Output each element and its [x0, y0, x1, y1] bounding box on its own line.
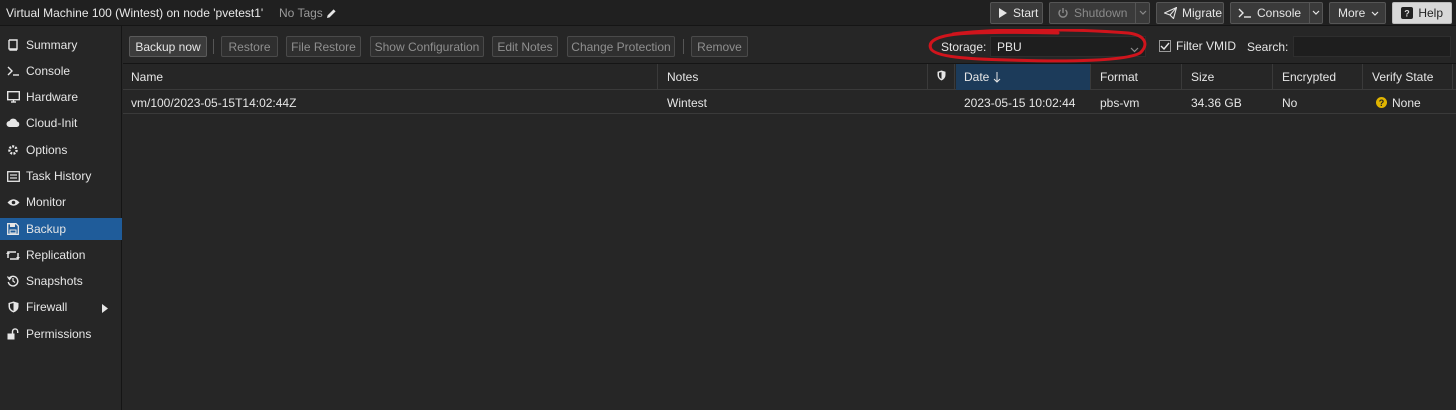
migrate-button[interactable]: Migrate [1156, 2, 1224, 24]
gear-icon [6, 143, 20, 157]
cloud-icon [6, 116, 20, 130]
top-header: Virtual Machine 100 (Wintest) on node 'p… [0, 0, 1456, 26]
cell-format: pbs-vm [1100, 95, 1140, 110]
console-button[interactable]: Console [1230, 2, 1323, 24]
shield-icon [6, 300, 20, 314]
sidebar-item-cloud-init[interactable]: Cloud-Init [0, 112, 122, 134]
terminal-icon [6, 64, 20, 78]
sidebar-item-options[interactable]: Options [0, 139, 122, 161]
backup-now-button[interactable]: Backup now [129, 36, 207, 57]
cell-verify-state: ? None [1368, 91, 1456, 114]
remove-button[interactable]: Remove [691, 36, 748, 57]
edit-notes-button[interactable]: Edit Notes [492, 36, 558, 57]
more-button[interactable]: More [1329, 2, 1386, 24]
search-input[interactable] [1293, 36, 1451, 57]
filter-vmid-label: Filter VMID [1176, 39, 1236, 53]
shutdown-button[interactable]: Shutdown [1049, 2, 1150, 24]
toolbar-separator [213, 39, 214, 54]
column-header-encrypted[interactable]: Encrypted [1274, 64, 1363, 90]
storage-select[interactable]: PBU [990, 36, 1146, 57]
checkbox-checked-icon[interactable] [1159, 40, 1171, 52]
sidebar-item-replication[interactable]: Replication [0, 244, 122, 266]
sidebar: Summary Console Hardware Cloud-Init Opti… [0, 26, 122, 410]
table-row[interactable]: vm/100/2023-05-15T14:02:44Z Wintest 2023… [123, 91, 1456, 114]
unlock-icon [6, 327, 20, 341]
question-circle-icon: ? [1376, 97, 1387, 108]
cell-size: 34.36 GB [1191, 95, 1242, 110]
search-label: Search: [1247, 40, 1289, 54]
show-configuration-button[interactable]: Show Configuration [370, 36, 484, 57]
start-button[interactable]: Start [990, 2, 1043, 24]
sidebar-item-console[interactable]: Console [0, 60, 122, 82]
cell-name: vm/100/2023-05-15T14:02:44Z [131, 95, 297, 110]
history-icon [6, 274, 20, 288]
backup-toolbar: Backup now Restore File Restore Show Con… [123, 26, 1456, 64]
chevron-down-icon[interactable] [1130, 42, 1139, 56]
question-icon: ? [1400, 6, 1413, 20]
power-icon [1057, 6, 1069, 20]
caret-right-icon [102, 302, 108, 316]
column-header-protected[interactable] [929, 64, 955, 90]
console-menu-chevron-icon[interactable] [1309, 3, 1322, 23]
column-header-size[interactable]: Size [1183, 64, 1273, 90]
vm-title: Virtual Machine 100 (Wintest) on node 'p… [6, 6, 264, 20]
grid-header: Name Notes Date Format Size Encrypted Ve… [123, 64, 1456, 90]
book-icon [6, 38, 20, 52]
storage-value: PBU [997, 39, 1022, 54]
filter-vmid-checkbox[interactable]: Filter VMID [1159, 39, 1236, 53]
shield-icon [937, 70, 946, 84]
pencil-icon[interactable] [326, 8, 337, 19]
column-header-date[interactable]: Date [956, 64, 1091, 90]
column-header-verify-state[interactable]: Verify State [1364, 64, 1453, 90]
sidebar-item-backup[interactable]: Backup [0, 218, 122, 240]
sidebar-item-task-history[interactable]: Task History [0, 165, 122, 187]
tags-label: No Tags [279, 6, 323, 20]
toolbar-separator [683, 39, 684, 54]
cell-date: 2023-05-15 10:02:44 [964, 95, 1076, 110]
retweet-icon [6, 248, 20, 262]
column-header-notes[interactable]: Notes [659, 64, 928, 90]
play-icon [998, 6, 1008, 20]
backup-panel: Backup now Restore File Restore Show Con… [123, 26, 1456, 410]
svg-text:?: ? [1404, 9, 1410, 19]
sidebar-item-summary[interactable]: Summary [0, 34, 122, 56]
cell-encrypted: No [1282, 95, 1298, 110]
floppy-icon [6, 222, 20, 236]
restore-button[interactable]: Restore [221, 36, 278, 57]
chevron-down-icon [1371, 6, 1379, 20]
file-restore-button[interactable]: File Restore [286, 36, 361, 57]
help-button[interactable]: ? Help [1392, 2, 1452, 24]
column-header-format[interactable]: Format [1092, 64, 1182, 90]
list-icon [6, 169, 20, 183]
tags-area[interactable]: No Tags [279, 6, 337, 20]
column-header-name[interactable]: Name [123, 64, 658, 90]
eye-icon [6, 195, 20, 209]
storage-label: Storage: [941, 40, 987, 54]
change-protection-button[interactable]: Change Protection [567, 36, 675, 57]
sort-descending-icon [993, 71, 1001, 83]
shutdown-menu-chevron-icon[interactable] [1135, 3, 1149, 23]
sidebar-item-hardware[interactable]: Hardware [0, 86, 122, 108]
sidebar-item-snapshots[interactable]: Snapshots [0, 270, 122, 292]
terminal-icon [1238, 6, 1252, 20]
sidebar-item-monitor[interactable]: Monitor [0, 191, 122, 213]
cell-notes: Wintest [667, 95, 708, 110]
desktop-icon [6, 90, 20, 104]
sidebar-item-permissions[interactable]: Permissions [0, 323, 122, 345]
sidebar-item-firewall[interactable]: Firewall [0, 296, 122, 318]
paper-plane-icon [1164, 6, 1177, 20]
